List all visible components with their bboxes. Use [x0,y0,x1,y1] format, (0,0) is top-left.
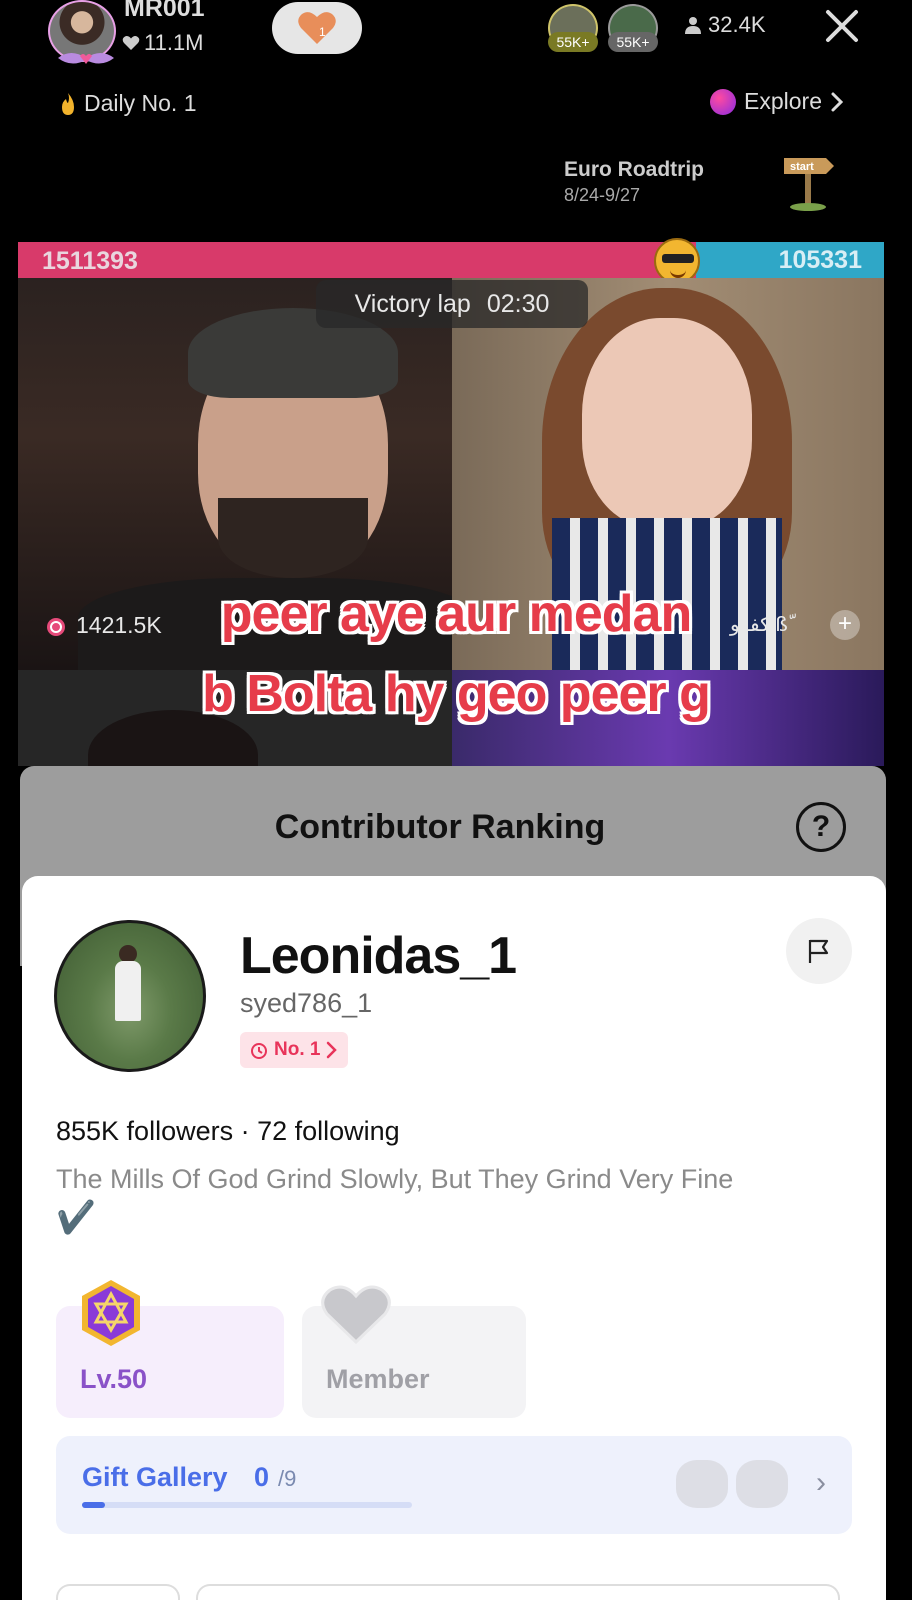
rank-badge[interactable]: No. 1 [240,1032,349,1068]
profile-bio-text: The Mills Of God Grind Slowly, But They … [56,1164,734,1194]
caption-line-1: peer aye aur medan [220,585,692,643]
level-label: Lv.50 [80,1364,148,1394]
battle-status-label: Victory lap [354,289,471,318]
top-viewer-badge: 55K+ [608,32,658,52]
pk-left-score: 1511393 [18,242,696,278]
chevron-right-icon: › [816,1466,826,1499]
explore-label: Explore [744,88,822,114]
pk-right-score: 105331 [696,242,884,278]
viewer-count[interactable]: 32.4K [684,12,766,38]
chevron-right-icon [327,1041,338,1059]
profile-avatar[interactable] [54,920,206,1072]
gift-gallery-progress-fill [82,1502,106,1508]
alarm-icon [251,1043,267,1059]
profile-display-name: Leonidas_1 [240,927,517,985]
gift-gallery-total: /9 [278,1466,297,1491]
report-button[interactable] [786,918,852,984]
gift-gallery-progress [82,1502,412,1508]
follow-stats[interactable]: 855K followers · 72 following [56,1116,400,1147]
avatar-frame-icon [58,53,114,64]
bottom-action-button[interactable] [196,1584,840,1600]
member-label: Member [326,1364,430,1394]
profile-handle: syed786_1 [240,988,373,1018]
check-mark-icon: ✔️ [56,1199,96,1235]
bottom-action-button[interactable] [56,1584,180,1600]
event-dates: 8/24-9/27 [564,185,641,205]
close-icon[interactable] [822,6,862,46]
opponent-face [582,318,752,528]
gift-preview-icon [736,1460,788,1508]
host-name[interactable]: MR001 [124,0,205,23]
person-icon [685,17,701,34]
streamer-beard [218,498,368,578]
daily-rank-label: Daily No. 1 [84,90,197,116]
gift-gallery-title: Gift Gallery [82,1462,228,1492]
svg-text:1: 1 [319,25,326,39]
help-icon[interactable]: ? [796,802,846,852]
explore-link[interactable]: Explore [710,88,844,115]
host-likes: 11.1M [122,30,204,56]
host-likes-count: 11.1M [144,30,204,55]
svg-text:start: start [790,161,814,173]
daily-rank[interactable]: Daily No. 1 [58,90,196,117]
battle-status: Victory lap 02:30 [316,280,588,328]
profile-bio: The Mills Of God Grind Slowly, But They … [56,1160,846,1238]
gift-preview-icon [676,1460,728,1508]
rank-badge-label: No. 1 [274,1039,321,1060]
profile-card: Leonidas_1 syed786_1 No. 1 855K follower… [22,876,886,1600]
flag-icon [808,939,829,963]
viewer-count-value: 32.4K [708,12,766,37]
battle-timer: 02:30 [486,289,550,318]
caption-line-2: b Bolta hy geo peer g [202,665,711,723]
explore-icon [710,88,736,115]
gift-gallery-collected: 0 [254,1462,270,1492]
event-title[interactable]: Euro Roadtrip [564,158,704,182]
ranking-title: Contributor Ranking [274,808,606,846]
follow-button[interactable]: 1 [272,2,362,54]
pk-score-bar: 1511393 105331 [18,242,884,278]
gift-gallery[interactable]: Gift Gallery 0 /9 › [56,1436,852,1534]
heart-plus-icon: 1 [298,12,336,44]
gem-icon [82,1280,140,1346]
avatar-person-body [115,961,141,1021]
heart-icon [122,36,140,50]
flame-icon [62,92,74,115]
chevron-right-icon [831,92,844,111]
heart-icon [321,1285,391,1344]
top-viewer-badge: 55K+ [548,32,598,52]
signpost-icon[interactable]: start [780,152,836,212]
